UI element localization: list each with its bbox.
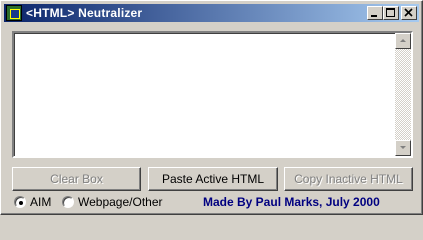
radio-webpage-other-label[interactable]: Webpage/Other bbox=[78, 195, 163, 209]
maximize-icon bbox=[386, 8, 395, 17]
maximize-button[interactable] bbox=[383, 6, 399, 20]
app-icon[interactable] bbox=[6, 5, 22, 21]
copy-inactive-html-button[interactable]: Copy Inactive HTML bbox=[284, 167, 413, 191]
close-button[interactable] bbox=[401, 6, 417, 20]
app-window: <HTML> Neutralizer Clear Box Paste Activ… bbox=[0, 0, 423, 215]
arrow-up-icon bbox=[400, 39, 406, 42]
minimize-button[interactable] bbox=[367, 6, 383, 20]
minimize-icon bbox=[371, 15, 377, 17]
window-title: <HTML> Neutralizer bbox=[26, 6, 143, 20]
title-bar[interactable]: <HTML> Neutralizer bbox=[4, 4, 419, 22]
html-text-box[interactable] bbox=[12, 31, 413, 158]
clear-box-button[interactable]: Clear Box bbox=[12, 167, 141, 191]
radio-webpage-other-circle[interactable] bbox=[62, 196, 74, 208]
vertical-scrollbar[interactable] bbox=[395, 33, 411, 156]
paste-active-html-button[interactable]: Paste Active HTML bbox=[148, 167, 278, 191]
credit-text: Made By Paul Marks, July 2000 bbox=[203, 195, 380, 209]
scroll-up-button[interactable] bbox=[395, 33, 411, 49]
arrow-down-icon bbox=[400, 146, 406, 149]
scroll-down-button[interactable] bbox=[395, 140, 411, 156]
radio-selected-dot bbox=[19, 201, 23, 205]
radio-aim-label[interactable]: AIM bbox=[30, 195, 51, 209]
radio-aim-circle[interactable] bbox=[14, 196, 26, 208]
close-icon bbox=[404, 8, 413, 17]
